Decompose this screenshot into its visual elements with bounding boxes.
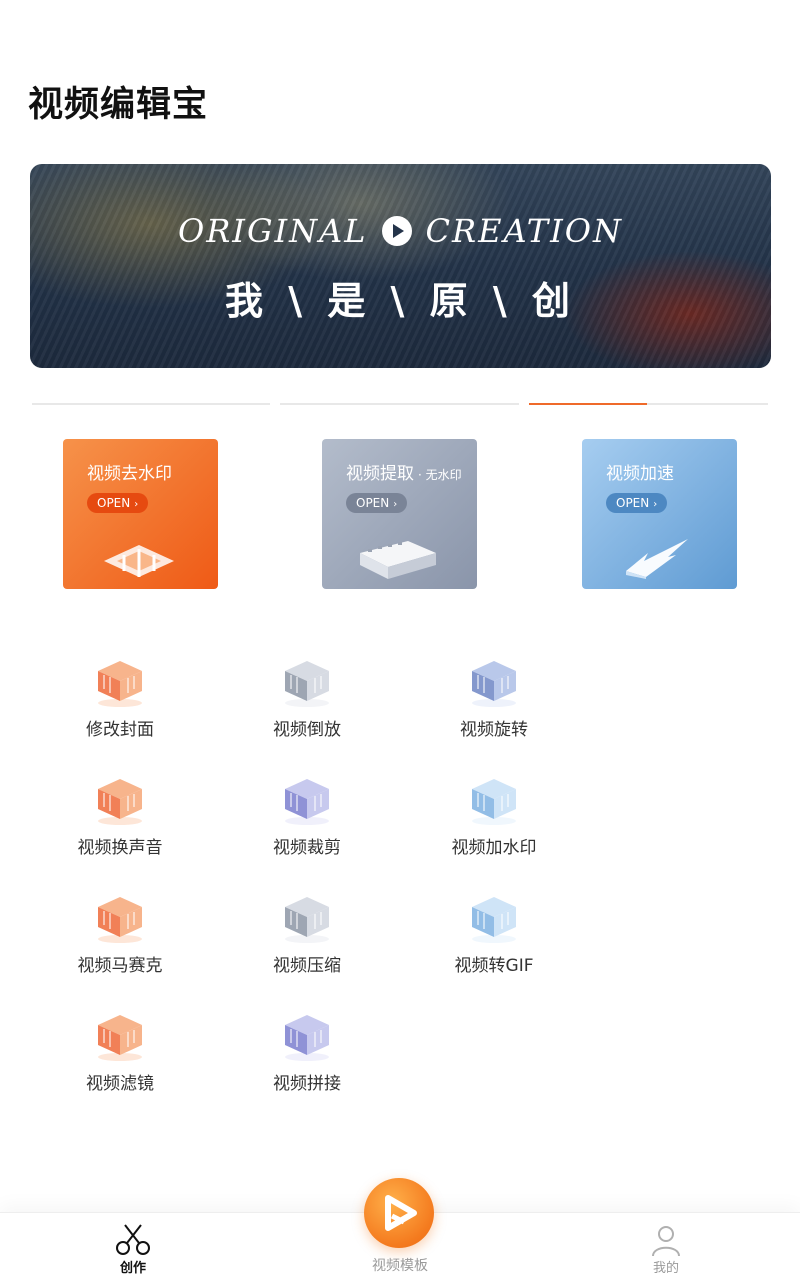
banner-word-right: CREATION [425,212,624,250]
lightning-art-icon [626,539,688,579]
video-template-button[interactable] [364,1178,434,1248]
tool-label: 视频马赛克 [77,956,163,976]
tool-filter[interactable]: 视频滤镜 [40,1009,200,1094]
compress-icon [285,897,329,943]
carousel-indicator-2[interactable] [280,403,519,405]
tool-mosaic[interactable]: 视频马赛克 [40,891,200,976]
merge-icon [285,1015,329,1061]
reverse-icon [285,661,329,707]
tool-audio[interactable]: 视频换声音 [40,773,200,858]
play-logo-icon [385,1195,417,1231]
tool-watermark[interactable]: 视频加水印 [414,773,574,858]
feature-title: 视频去水印 [87,464,172,484]
watermark-art-icon [104,545,174,577]
play-icon [381,216,412,246]
filter-icon [98,1015,142,1061]
cover-icon [98,661,142,707]
feature-card-extract-video[interactable]: 视频提取 · 无水印 OPEN › [322,439,477,589]
feature-title: 视频提取 · 无水印 [346,464,462,484]
tool-cover[interactable]: 修改封面 [40,655,200,740]
banner-headline: ORIGINAL CREATION [30,212,771,250]
audio-icon [98,779,142,825]
tool-reverse[interactable]: 视频倒放 [227,655,387,740]
tool-label: 视频换声音 [77,838,163,858]
mosaic-icon [98,897,142,943]
tool-label: 修改封面 [86,720,154,740]
promo-banner[interactable]: ORIGINAL CREATION 我 \ 是 \ 原 \ 创 [30,164,771,368]
tool-scissors[interactable]: 视频裁剪 [227,773,387,858]
open-badge[interactable]: OPEN › [346,493,408,513]
rotate-icon [472,661,516,707]
user-icon [652,1226,680,1257]
tool-label: 视频裁剪 [273,838,341,858]
nav-mine-label: 我的 [652,1261,679,1276]
carousel-indicator-1[interactable] [32,403,270,405]
gif-icon [472,897,516,943]
tool-label: 视频倒放 [273,720,341,740]
feature-title: 视频加速 [606,464,674,484]
nav-templates-label[interactable]: 视频模板 [340,1255,460,1275]
tool-merge[interactable]: 视频拼接 [227,1009,387,1094]
tool-gif[interactable]: 视频转GIF [414,891,574,976]
feature-card-remove-watermark[interactable]: 视频去水印 OPEN › [63,439,218,589]
tool-label: 视频转GIF [454,956,534,976]
feature-card-speed-up[interactable]: 视频加速 OPEN › [582,439,737,589]
open-badge[interactable]: OPEN › [606,493,668,513]
tool-compress[interactable]: 视频压缩 [227,891,387,976]
tool-rotate[interactable]: 视频旋转 [414,655,574,740]
nav-mine[interactable]: 我的 [606,1213,726,1276]
watermark-icon [472,779,516,825]
banner-word-left: ORIGINAL [177,212,368,250]
scissors-nav-icon [116,1224,150,1255]
scissors-icon [285,779,329,825]
tool-label: 视频加水印 [451,838,537,858]
banner-subtitle: 我 \ 是 \ 原 \ 创 [224,279,576,323]
tool-label: 视频拼接 [273,1074,341,1094]
nav-create[interactable]: 创作 [73,1213,193,1276]
nav-create-label: 创作 [119,1261,146,1276]
carousel-indicator-active [529,403,647,405]
tool-label: 视频滤镜 [86,1074,154,1094]
tool-label: 视频旋转 [460,720,528,740]
film-art-icon [360,541,436,579]
tool-label: 视频压缩 [273,956,341,976]
open-badge[interactable]: OPEN › [87,493,149,513]
app-title: 视频编辑宝 [28,85,209,125]
